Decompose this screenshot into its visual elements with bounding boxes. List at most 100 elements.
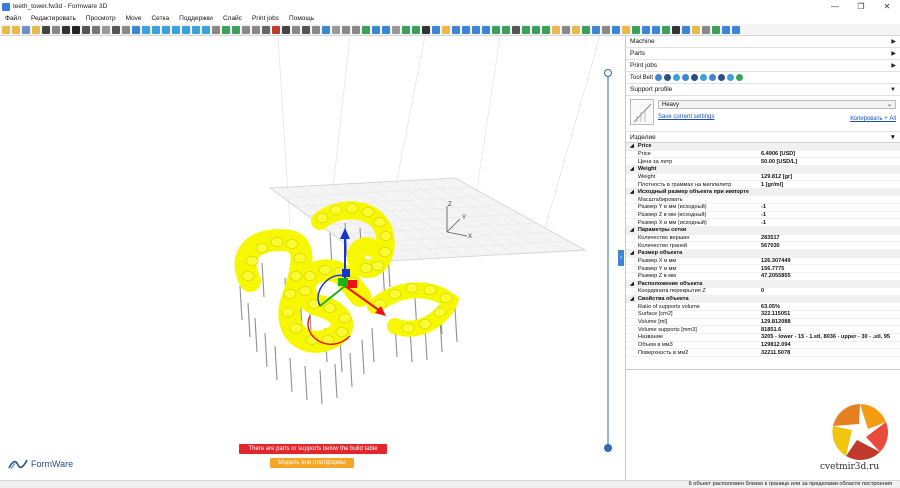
toolbar-button[interactable] <box>592 25 600 34</box>
toolbar-button[interactable] <box>92 25 100 34</box>
property-row[interactable]: Название 3205 - lower - 15 - 1.stl, 8036 … <box>626 334 900 342</box>
toolbar-button[interactable] <box>342 25 350 34</box>
collapse-triangle-icon[interactable]: ◢ <box>630 250 634 256</box>
property-row[interactable]: Размер Z в мм (исходный) -1 <box>626 212 900 220</box>
property-value[interactable]: 129.812 [gr] <box>761 174 900 180</box>
object-selector[interactable]: Изделие ▼ <box>626 132 900 143</box>
property-row[interactable]: Размер X в мм (исходный) -1 <box>626 219 900 228</box>
toolbar-button[interactable] <box>352 25 360 34</box>
toolbar-button[interactable] <box>112 25 120 34</box>
property-value[interactable]: 156.7775 <box>761 266 900 272</box>
toolbar-button[interactable] <box>602 25 610 34</box>
menu-print-jobs[interactable]: Print jobs <box>247 15 284 22</box>
property-value[interactable]: 6.4906 [USD] <box>761 151 900 157</box>
property-value[interactable]: -1 <box>761 204 900 210</box>
section-support-profile[interactable]: Support profile ▼ <box>626 84 900 96</box>
collapse-triangle-icon[interactable]: ◢ <box>630 296 634 302</box>
menu-move[interactable]: Move <box>121 15 147 22</box>
menu-slice[interactable]: Слайс <box>218 15 247 22</box>
toolbar-button[interactable] <box>672 25 680 34</box>
toolbar-button[interactable] <box>552 25 560 34</box>
tool-belt-icon[interactable] <box>718 74 726 81</box>
toolbar-button[interactable] <box>222 25 230 34</box>
toolbar-button[interactable] <box>462 25 470 34</box>
property-row[interactable]: Плотность в граммах на миллилитр 1 [gr/ml… <box>626 181 900 189</box>
property-group[interactable]: ◢ Weight <box>626 165 900 174</box>
toolbar-button[interactable] <box>122 25 130 34</box>
zoom-slider-track[interactable] <box>607 72 609 448</box>
property-value[interactable]: 322.115051 <box>761 311 900 317</box>
property-row[interactable]: Размер Z в мм 47.2055855 <box>626 273 900 281</box>
toolbar-button[interactable] <box>522 25 530 34</box>
property-row[interactable]: Количество вершин 283517 <box>626 235 900 243</box>
minimize-button[interactable]: — <box>822 0 848 13</box>
toolbar-button[interactable] <box>402 25 410 34</box>
toolbar-button[interactable] <box>442 25 450 34</box>
toolbar-button[interactable] <box>232 25 240 34</box>
property-value[interactable]: 283517 <box>761 235 900 241</box>
copy-all-link[interactable]: Копировать + All <box>850 116 896 122</box>
save-settings-link[interactable]: Save current settings <box>658 114 714 120</box>
toolbar-button[interactable] <box>732 25 740 34</box>
zoom-slider-top-handle[interactable] <box>604 69 612 77</box>
tool-belt-icon[interactable] <box>700 74 708 81</box>
scene-canvas[interactable]: Z Y X <box>0 36 618 480</box>
toolbar-button[interactable] <box>212 25 220 34</box>
toolbar-button[interactable] <box>42 25 50 34</box>
collapse-triangle-icon[interactable]: ◢ <box>630 143 634 149</box>
property-value[interactable]: 126.307449 <box>761 258 900 264</box>
menu-mesh[interactable]: Сетка <box>146 15 174 22</box>
toolbar-button[interactable] <box>372 25 380 34</box>
tool-belt-icon[interactable] <box>655 74 663 81</box>
toolbar-button[interactable] <box>172 25 180 34</box>
tool-belt-icon[interactable] <box>727 74 735 81</box>
property-row[interactable]: Цена за литр 50.00 [USD/L] <box>626 158 900 166</box>
toolbar-button[interactable] <box>712 25 720 34</box>
toolbar-button[interactable] <box>512 25 520 34</box>
toolbar-button[interactable] <box>332 25 340 34</box>
property-value[interactable]: 1 [gr/ml] <box>761 182 900 188</box>
menu-edit[interactable]: Редактировать <box>26 15 81 22</box>
close-button[interactable]: ✕ <box>874 0 900 13</box>
tool-belt-icon[interactable] <box>673 74 681 81</box>
property-group[interactable]: ◢ Исходный размер объекта при импорте <box>626 188 900 197</box>
toolbar-button[interactable] <box>262 25 270 34</box>
section-machine[interactable]: Machine ▶ <box>626 36 900 48</box>
toolbar-button[interactable] <box>202 25 210 34</box>
property-value[interactable]: 3205 - lower - 15 - 1.stl, 8036 - upper … <box>761 334 900 340</box>
property-value[interactable]: 47.2055855 <box>761 273 900 279</box>
toolbar-button[interactable] <box>652 25 660 34</box>
tool-belt-icon[interactable] <box>736 74 744 81</box>
section-print-jobs[interactable]: Print jobs ▶ <box>626 60 900 72</box>
toolbar-button[interactable] <box>312 25 320 34</box>
toolbar-button[interactable] <box>142 25 150 34</box>
menu-help[interactable]: Помощь <box>284 15 319 22</box>
toolbar-button[interactable] <box>302 25 310 34</box>
property-row[interactable]: Координата перекрытия Z 0 <box>626 288 900 296</box>
property-row[interactable]: Размер Y в мм 156.7775 <box>626 265 900 273</box>
toolbar-button[interactable] <box>62 25 70 34</box>
collapse-triangle-icon[interactable]: ◢ <box>630 189 634 195</box>
property-group[interactable]: ◢ Свойства объекта <box>626 295 900 304</box>
support-profile-select[interactable]: Heavy ⌄ <box>658 100 896 109</box>
property-value[interactable]: 0 <box>761 288 900 294</box>
tool-belt-icon[interactable] <box>709 74 717 81</box>
toolbar-button[interactable] <box>452 25 460 34</box>
menu-file[interactable]: Файл <box>0 15 26 22</box>
property-group[interactable]: ◢ Расположение объекта <box>626 280 900 289</box>
toolbar-button[interactable] <box>702 25 710 34</box>
toolbar-button[interactable] <box>52 25 60 34</box>
collapse-triangle-icon[interactable]: ◢ <box>630 227 634 233</box>
toolbar-button[interactable] <box>632 25 640 34</box>
property-row[interactable]: Weight 129.812 [gr] <box>626 174 900 182</box>
toolbar-button[interactable] <box>322 25 330 34</box>
property-group[interactable]: ◢ Размер объекта <box>626 249 900 258</box>
toolbar-button[interactable] <box>292 25 300 34</box>
property-value[interactable]: -1 <box>761 212 900 218</box>
toolbar-button[interactable] <box>272 25 280 34</box>
toolbar-button[interactable] <box>2 25 10 34</box>
property-row[interactable]: Размер Y в мм (исходный) -1 <box>626 204 900 212</box>
toolbar-button[interactable] <box>662 25 670 34</box>
tool-belt-icon[interactable] <box>664 74 672 81</box>
toolbar-button[interactable] <box>102 25 110 34</box>
